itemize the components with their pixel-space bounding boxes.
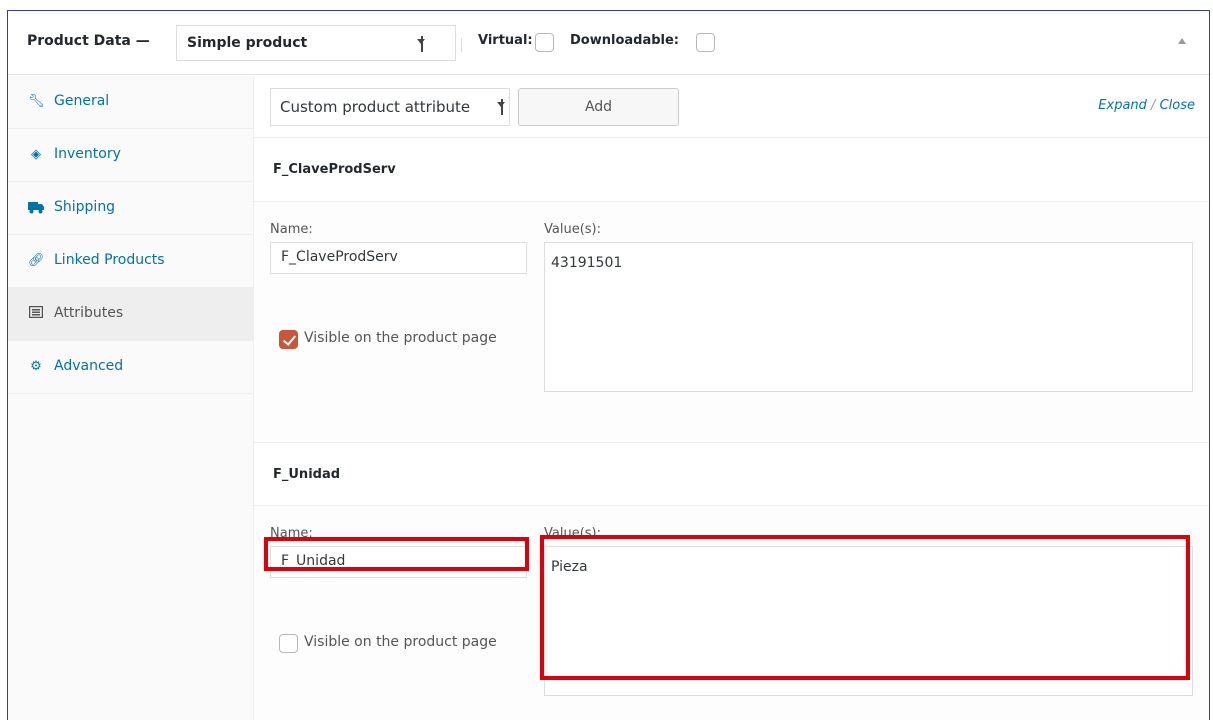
visible-label: Visible on the product page: [304, 330, 497, 346]
downloadable-checkbox[interactable]: [696, 33, 715, 52]
gear-icon: ⚙︎: [30, 359, 42, 374]
attribute-name-input[interactable]: F_ClaveProdServ: [270, 242, 527, 274]
tag-icon: ◈: [31, 147, 41, 162]
tab-shipping[interactable]: Shipping: [8, 182, 253, 235]
highlight-box-values: [540, 535, 1190, 680]
attributes-toolbar: Custom product attribute Add Expand / Cl…: [254, 76, 1209, 138]
tab-inventory-label: Inventory: [54, 146, 121, 162]
panel-title: Product Data —: [27, 33, 150, 49]
tab-linked-products-label: Linked Products: [54, 252, 165, 268]
attribute-taxonomy-select[interactable]: Custom product attribute: [270, 88, 510, 126]
attribute-header[interactable]: F_Unidad: [254, 442, 1209, 506]
visible-checkbox[interactable]: [279, 330, 298, 349]
chevron-down-icon: [497, 99, 505, 115]
truck-icon: [28, 200, 44, 216]
name-label: Name:: [270, 222, 313, 237]
visible-checkbox[interactable]: [279, 634, 298, 653]
product-data-panel: Product Data — Simple product Virtual: D…: [7, 10, 1210, 720]
attribute-body: Name: Value(s): F_ClaveProdServ 43191501…: [254, 202, 1209, 442]
list-icon: [28, 305, 44, 322]
virtual-label: Virtual:: [478, 33, 533, 48]
tab-advanced-label: Advanced: [54, 358, 124, 374]
expand-close-links: Expand / Close: [1098, 98, 1195, 113]
tab-general-label: General: [54, 93, 110, 109]
expand-close-separator: /: [1151, 98, 1156, 113]
tab-general[interactable]: 🔧︎ General: [8, 76, 253, 129]
collapse-toggle-icon[interactable]: [1175, 33, 1189, 47]
tab-inventory[interactable]: ◈ Inventory: [8, 129, 253, 182]
link-icon: 🔗︎: [28, 253, 45, 268]
attribute-name-value: F_ClaveProdServ: [281, 249, 398, 265]
tab-shipping-label: Shipping: [54, 199, 116, 215]
highlight-box-name: [264, 537, 529, 571]
product-data-tabs: 🔧︎ General ◈ Inventory Shipping 🔗︎ Linke…: [8, 76, 254, 720]
attribute-values-textarea[interactable]: 43191501: [544, 242, 1193, 392]
attribute-select-value: Custom product attribute: [280, 98, 471, 116]
product-type-value: Simple product: [187, 35, 308, 51]
visible-label: Visible on the product page: [304, 634, 497, 650]
values-label: Value(s):: [544, 222, 601, 237]
chevron-down-icon: [417, 36, 425, 52]
attribute-title: F_Unidad: [273, 467, 341, 482]
close-link[interactable]: Close: [1160, 98, 1195, 113]
attribute-header[interactable]: F_ClaveProdServ: [254, 138, 1209, 202]
tab-advanced[interactable]: ⚙︎ Advanced: [8, 341, 253, 394]
header-divider: [461, 38, 462, 52]
virtual-checkbox[interactable]: [535, 33, 554, 52]
expand-link[interactable]: Expand: [1098, 98, 1147, 113]
product-data-header: Product Data — Simple product Virtual: D…: [8, 11, 1209, 75]
attribute-title: F_ClaveProdServ: [273, 162, 396, 177]
tab-linked-products[interactable]: 🔗︎ Linked Products: [8, 235, 253, 288]
attribute-values-text: 43191501: [551, 255, 623, 271]
tab-attributes-label: Attributes: [54, 305, 124, 321]
wrench-icon: 🔧︎: [28, 94, 45, 109]
add-attribute-button[interactable]: Add: [518, 88, 679, 126]
tab-attributes[interactable]: Attributes: [8, 288, 253, 341]
downloadable-label: Downloadable:: [570, 33, 680, 48]
product-type-select[interactable]: Simple product: [176, 25, 456, 61]
